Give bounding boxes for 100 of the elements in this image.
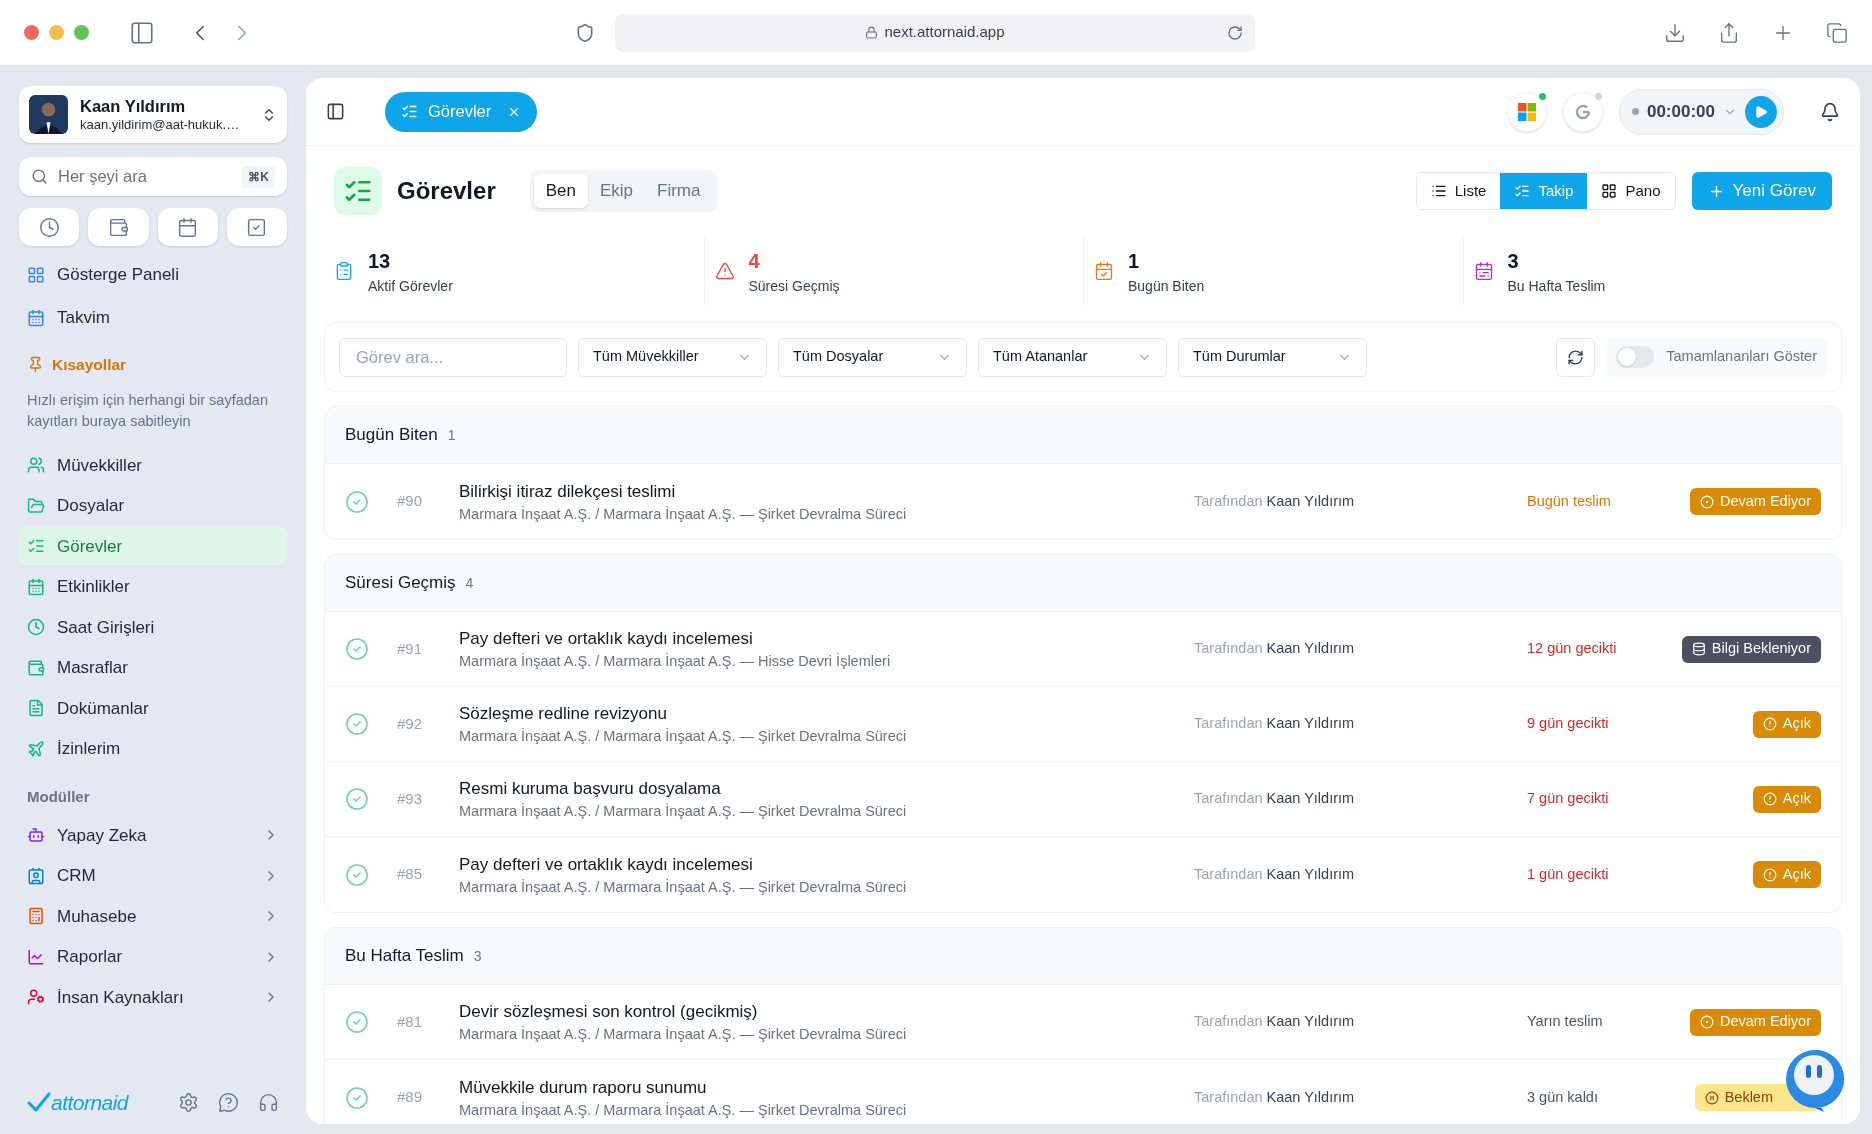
nav-icon: [27, 309, 45, 327]
notifications-icon[interactable]: [1820, 101, 1840, 122]
search-placeholder: Her şeyi ara: [58, 166, 148, 188]
nav-item[interactable]: Gösterge Paneli: [19, 256, 287, 294]
nav-item[interactable]: İzinlerim: [19, 729, 287, 768]
download-icon[interactable]: [1664, 21, 1686, 44]
refresh-button[interactable]: [1556, 337, 1596, 377]
nav-icon: [27, 456, 45, 475]
reload-icon[interactable]: [1227, 24, 1243, 41]
complete-icon[interactable]: [345, 787, 369, 811]
task-id: #81: [397, 1011, 424, 1032]
maximize-window-icon[interactable]: [74, 25, 89, 40]
shortcut-key: ⌘K: [242, 165, 275, 188]
show-completed-toggle[interactable]: Tamamlananları Göster: [1606, 337, 1827, 377]
task-id: #92: [397, 713, 424, 734]
status-icon: [1691, 642, 1706, 656]
task-id: #90: [397, 491, 424, 512]
url-text: next.attornaid.app: [884, 22, 1005, 43]
google-integration[interactable]: [1562, 91, 1603, 132]
task-title[interactable]: Devir sözleşmesi son kontrol (gecikmiş): [459, 1000, 1194, 1024]
help-icon[interactable]: [218, 1091, 239, 1113]
quick-action-button[interactable]: [157, 208, 218, 246]
assignee-name: Kaan Yıldırım: [1266, 1012, 1355, 1032]
support-icon[interactable]: [258, 1091, 279, 1113]
module-item[interactable]: Raporlar: [19, 937, 287, 976]
filter-dropdown[interactable]: Tüm Dosyalar: [778, 337, 967, 377]
complete-icon[interactable]: [345, 1085, 369, 1110]
filter-dropdown[interactable]: Tüm Müvekkiller: [578, 337, 767, 377]
due-text: 12 gün gecikti: [1527, 639, 1618, 659]
complete-icon[interactable]: [345, 712, 369, 736]
stat-label: Bugün Biten: [1128, 276, 1205, 296]
scope-tab[interactable]: Ekip: [587, 174, 646, 208]
task-title[interactable]: Bilirkişi itiraz dilekçesi teslimi: [459, 479, 1194, 504]
task-id: #89: [397, 1087, 424, 1108]
status-badge: Bilgi Bekleniyor: [1681, 635, 1821, 663]
nav-item[interactable]: Takvim: [19, 299, 287, 337]
task-title[interactable]: Resmi kuruma başvuru dosyalama: [459, 777, 1194, 801]
task-title[interactable]: Pay defteri ve ortaklık kaydı incelemesi: [459, 627, 1194, 651]
assignee-name: Kaan Yıldırım: [1266, 491, 1355, 511]
address-bar[interactable]: next.attornaid.app: [615, 13, 1255, 52]
search-field[interactable]: Her şeyi ara ⌘K: [19, 157, 287, 196]
tabs-overview-icon[interactable]: [1826, 21, 1848, 44]
quick-action-button[interactable]: [226, 208, 287, 246]
chat-assistant-icon[interactable]: [1784, 1048, 1846, 1112]
task-title[interactable]: Sözleşme redline revizyonu: [459, 702, 1194, 726]
share-icon[interactable]: [1718, 21, 1740, 44]
account-switcher[interactable]: Kaan Yıldırım kaan.yildirim@aat-hukuk.…: [19, 86, 287, 143]
view-icon: [1514, 183, 1531, 199]
status-badge: Devam Ediyor: [1689, 488, 1821, 515]
nav-item[interactable]: Etkinlikler: [19, 567, 287, 606]
complete-icon[interactable]: [345, 1010, 369, 1034]
nav-icon: [27, 266, 45, 284]
time-tracker[interactable]: 00:00:00: [1618, 88, 1784, 135]
task-path: Marmara İnşaat A.Ş. / Marmara İnşaat A.Ş. — Hisse Devri İşlemleri: [459, 652, 892, 671]
logo-check-icon: [27, 1092, 51, 1113]
quick-action-button[interactable]: [88, 208, 149, 246]
assignee-name: Kaan Yıldırım: [1266, 1087, 1355, 1107]
status-icon: [1699, 1015, 1714, 1029]
status-badge: Devam Ediyor: [1689, 1008, 1821, 1036]
module-item[interactable]: İnsan Kaynakları: [19, 978, 287, 1017]
due-text: Yarın teslim: [1527, 1012, 1604, 1032]
group-count: 3: [473, 946, 482, 966]
nav-item[interactable]: Dosyalar: [19, 486, 287, 525]
group-title: Bu Hafta Teslim: [345, 945, 464, 968]
complete-icon[interactable]: [345, 862, 369, 887]
settings-icon[interactable]: [178, 1091, 199, 1113]
task-path: Marmara İnşaat A.Ş. / Marmara İnşaat A.Ş. — Şirket Devralma Süreci: [459, 802, 908, 821]
assignee-name: Kaan Yıldırım: [1266, 864, 1355, 884]
scope-tab[interactable]: Firma: [645, 174, 713, 208]
switch[interactable]: [1616, 346, 1655, 368]
filter-dropdown[interactable]: Tüm Atananlar: [978, 337, 1167, 377]
clock-icon: [38, 216, 60, 238]
play-button[interactable]: [1745, 95, 1777, 128]
nav-item[interactable]: Görevler: [19, 527, 287, 566]
task-title[interactable]: Pay defteri ve ortaklık kaydı incelemesi: [459, 852, 1194, 877]
nav-item[interactable]: Saat Girişleri: [19, 608, 287, 647]
panel-toggle-icon[interactable]: [326, 102, 345, 121]
complete-icon[interactable]: [345, 489, 369, 514]
nav-icon: [27, 658, 45, 677]
sidebar-toggle-icon[interactable]: [129, 19, 155, 46]
module-item[interactable]: Yapay Zeka: [19, 816, 287, 855]
task-title[interactable]: Müvekkile durum raporu sunumu: [459, 1075, 1194, 1100]
user-email: kaan.yildirim@aat-hukuk.…: [80, 116, 241, 133]
module-item[interactable]: CRM: [19, 856, 287, 895]
assignee-label: Tarafından: [1194, 864, 1263, 884]
scope-tab[interactable]: Ben: [533, 174, 588, 208]
task-id: #91: [397, 638, 424, 659]
module-item[interactable]: Muhasebe: [19, 897, 287, 936]
app-logo: attornaid: [51, 1089, 128, 1116]
quick-action-button[interactable]: [19, 208, 80, 246]
close-window-icon[interactable]: [24, 25, 39, 40]
nav-item[interactable]: Masraflar: [19, 648, 287, 687]
stat-value: 3: [1507, 248, 1520, 274]
complete-icon[interactable]: [345, 637, 369, 661]
filter-dropdown[interactable]: Tüm Durumlar: [1178, 337, 1367, 377]
status-badge: Açık: [1752, 861, 1821, 888]
microsoft-integration[interactable]: [1506, 91, 1547, 132]
nav-item[interactable]: Müvekkiller: [19, 446, 287, 485]
shield-icon[interactable]: [575, 22, 595, 43]
nav-item[interactable]: Dokümanlar: [19, 689, 287, 728]
